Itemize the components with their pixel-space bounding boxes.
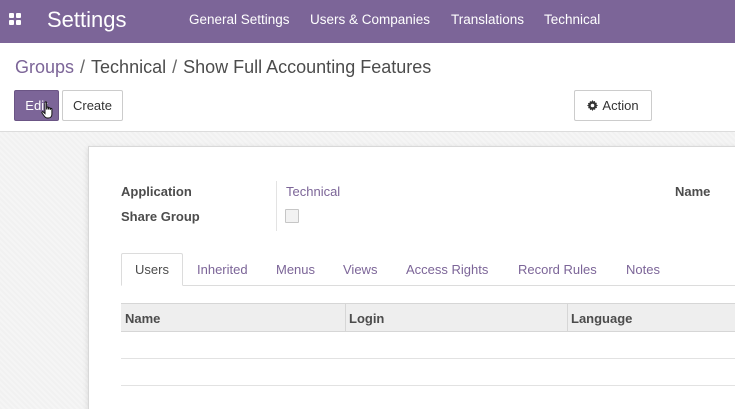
menu-users-companies[interactable]: Users & Companies bbox=[310, 12, 430, 27]
tab-users[interactable]: Users bbox=[121, 253, 183, 286]
field-divider bbox=[276, 181, 277, 231]
breadcrumb-separator: / bbox=[172, 57, 178, 77]
menu-translations[interactable]: Translations bbox=[451, 12, 524, 27]
action-button[interactable]: Action bbox=[574, 90, 652, 121]
table-row bbox=[121, 359, 735, 386]
breadcrumb-separator: / bbox=[80, 57, 86, 77]
tabs-baseline bbox=[121, 285, 735, 286]
create-button[interactable]: Create bbox=[62, 90, 123, 121]
column-header-login[interactable]: Login bbox=[349, 311, 384, 326]
tab-notes[interactable]: Notes bbox=[626, 262, 660, 277]
action-button-label: Action bbox=[602, 98, 639, 113]
tab-menus[interactable]: Menus bbox=[276, 262, 315, 277]
application-value-link[interactable]: Technical bbox=[286, 184, 340, 199]
hand-cursor-icon bbox=[41, 101, 53, 119]
table-row bbox=[121, 332, 735, 359]
top-navbar: Settings General Settings Users & Compan… bbox=[0, 0, 735, 43]
name-label: Name bbox=[675, 184, 711, 199]
share-group-label: Share Group bbox=[121, 209, 200, 224]
app-title: Settings bbox=[47, 7, 127, 32]
tab-access-rights[interactable]: Access Rights bbox=[406, 262, 488, 277]
apps-menu-icon[interactable] bbox=[9, 13, 22, 26]
tab-views[interactable]: Views bbox=[343, 262, 377, 277]
tab-inherited[interactable]: Inherited bbox=[197, 262, 248, 277]
breadcrumb-technical[interactable]: Technical bbox=[91, 57, 166, 77]
gear-icon bbox=[587, 100, 599, 111]
menu-general-settings[interactable]: General Settings bbox=[189, 12, 290, 27]
column-header-language[interactable]: Language bbox=[571, 311, 632, 326]
column-separator bbox=[345, 304, 346, 331]
column-separator bbox=[567, 304, 568, 331]
breadcrumb: Groups / Technical / Show Full Accounting Fe… bbox=[15, 57, 431, 78]
breadcrumb-current-record: Show Full Accounting Features bbox=[183, 57, 432, 77]
breadcrumb-groups[interactable]: Groups bbox=[15, 57, 74, 77]
share-group-checkbox[interactable] bbox=[285, 209, 299, 223]
column-header-name[interactable]: Name bbox=[125, 311, 160, 326]
application-label: Application bbox=[121, 184, 192, 199]
table-header: Name Login Language bbox=[121, 303, 735, 332]
tab-record-rules[interactable]: Record Rules bbox=[518, 262, 597, 277]
menu-technical[interactable]: Technical bbox=[544, 12, 600, 27]
table-row bbox=[121, 386, 735, 409]
